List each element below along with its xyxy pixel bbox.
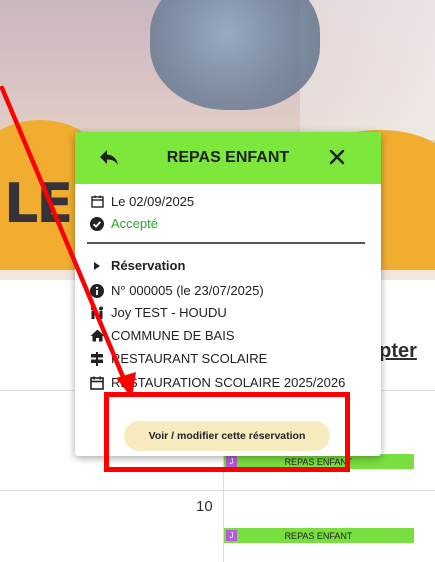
day-number: 10 xyxy=(196,498,213,515)
program-row: RESTAURATION SCOLAIRE 2025/2026 xyxy=(89,375,345,390)
reservation-number-row: N° 000005 (le 23/07/2025) xyxy=(89,283,264,298)
status-badge: Accepté xyxy=(111,216,158,231)
date-row: Le 02/09/2025 xyxy=(89,194,194,209)
calendar-icon xyxy=(89,195,105,209)
hero-photo-background xyxy=(300,0,435,140)
event-tag: J xyxy=(226,530,237,541)
person-name: Joy TEST - HOUDU xyxy=(111,305,227,320)
event-label: REPAS ENFANT xyxy=(284,530,353,541)
reservation-number: N° 000005 (le 23/07/2025) xyxy=(111,283,264,298)
commune-row: COMMUNE DE BAIS xyxy=(89,328,235,343)
family-icon xyxy=(89,306,105,320)
back-arrow-icon[interactable] xyxy=(97,147,121,169)
program-name: RESTAURATION SCOLAIRE 2025/2026 xyxy=(111,375,346,390)
popup-header: REPAS ENFANT xyxy=(75,132,381,184)
info-icon xyxy=(89,283,105,298)
calendar-event[interactable]: J REPAS ENFANT xyxy=(224,528,414,543)
divider xyxy=(87,242,365,244)
reservation-date: Le 02/09/2025 xyxy=(111,194,195,209)
calendar-grid-line xyxy=(0,490,435,491)
hero-text: LE xyxy=(4,172,73,235)
check-circle-icon xyxy=(89,216,105,231)
calendar-icon xyxy=(89,376,105,390)
commune-name: COMMUNE DE BAIS xyxy=(111,328,235,343)
section-header[interactable]: Réservation xyxy=(89,258,185,273)
service-name: RESTAURANT SCOLAIRE xyxy=(111,351,268,366)
hero-photo xyxy=(150,0,320,110)
person-row: Joy TEST - HOUDU xyxy=(89,305,227,320)
signpost-icon xyxy=(89,351,105,366)
annotation-highlight-box xyxy=(104,392,350,472)
popup-title: REPAS ENFANT xyxy=(166,149,290,166)
service-row: RESTAURANT SCOLAIRE xyxy=(89,351,267,366)
caret-right-icon xyxy=(89,259,105,273)
close-icon[interactable] xyxy=(329,149,345,165)
section-title: Réservation xyxy=(111,258,186,273)
status-row: Accepté xyxy=(89,216,158,231)
home-icon xyxy=(89,329,105,343)
